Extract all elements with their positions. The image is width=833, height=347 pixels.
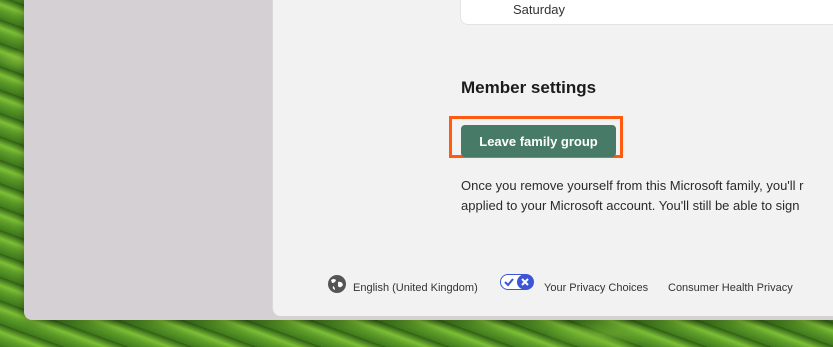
leave-description: Once you remove yourself from this Micro… xyxy=(461,176,833,216)
app-window: Saturday Member settings Leave family gr… xyxy=(24,0,833,320)
privacy-choices-link[interactable]: Your Privacy Choices xyxy=(544,282,648,294)
schedule-day: Saturday xyxy=(513,2,566,17)
leave-family-group-button[interactable]: Leave family group xyxy=(461,125,616,157)
globe-icon xyxy=(328,275,346,293)
main-content: Saturday Member settings Leave family gr… xyxy=(272,0,833,316)
description-line-2: applied to your Microsoft account. You'l… xyxy=(461,198,800,213)
description-line-1: Once you remove yourself from this Micro… xyxy=(461,178,804,193)
consumer-health-privacy-link[interactable]: Consumer Health Privacy xyxy=(668,282,793,294)
section-title: Member settings xyxy=(461,78,597,97)
schedule-card: Saturday xyxy=(460,0,833,25)
language-link[interactable]: English (United Kingdom) xyxy=(353,282,478,294)
privacy-toggle-icon xyxy=(500,274,534,290)
